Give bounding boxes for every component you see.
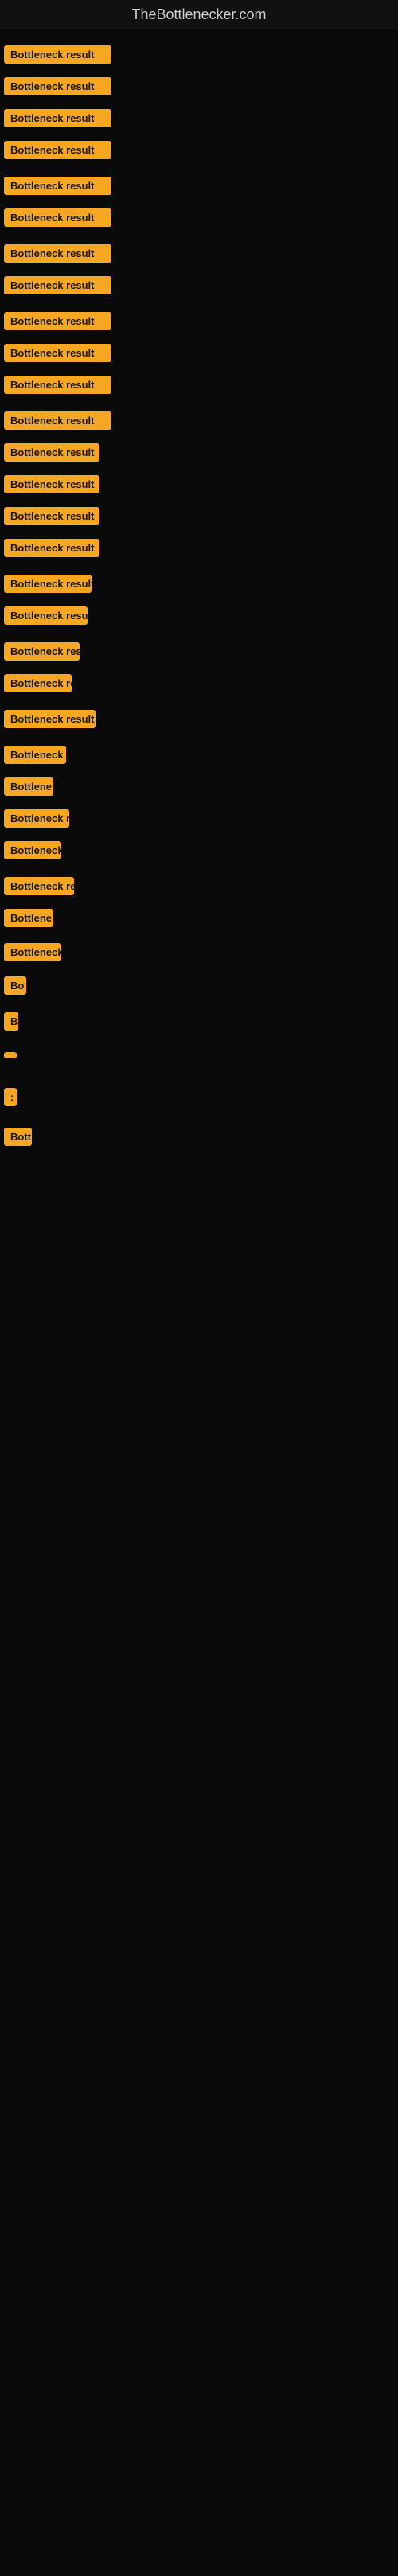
bottleneck-result-label: Bottleneck n: [4, 809, 69, 828]
site-title: TheBottlenecker.com: [0, 0, 398, 29]
bottleneck-result-label: Bottleneck: [4, 841, 61, 859]
bottleneck-result-label: Bottleneck re: [4, 674, 72, 692]
bottleneck-result-label: [4, 1052, 17, 1058]
bottleneck-result-label: Bottleneck result: [4, 411, 111, 430]
bottleneck-result-label: B: [4, 1012, 18, 1031]
bottleneck-result-label: Bottleneck result: [4, 45, 111, 64]
bottleneck-result-label: Bottleneck result: [4, 344, 111, 362]
bottleneck-result-label: Bott: [4, 1128, 32, 1146]
bottleneck-result-label: Bottleneck result: [4, 77, 111, 95]
bottleneck-result-label: Bottleneck result: [4, 539, 100, 557]
bottleneck-result-label: Bottleneck result: [4, 141, 111, 159]
bottleneck-result-label: Bottleneck result: [4, 376, 111, 394]
site-title-bar: TheBottlenecker.com: [0, 0, 398, 29]
bottleneck-result-label: Bo: [4, 976, 26, 995]
bottleneck-result-label: Bottlene: [4, 909, 53, 927]
bottleneck-result-label: Bottleneck result: [4, 276, 111, 294]
bottleneck-result-label: Bottleneck re: [4, 877, 74, 895]
bottleneck-result-label: Bottleneck result: [4, 507, 100, 525]
bottleneck-result-label: Bottleneck result: [4, 710, 96, 728]
bottleneck-result-label: Bottleneck result: [4, 575, 92, 593]
bottleneck-result-label: Bottleneck result: [4, 475, 100, 493]
bottleneck-result-label: Bottleneck result: [4, 443, 100, 462]
bottleneck-result-label: :: [4, 1088, 17, 1106]
main-content: Bottleneck result Bottleneck result Bottle…: [0, 29, 398, 2576]
bottleneck-result-label: Bottleneck result: [4, 208, 111, 227]
bottleneck-result-label: Bottleneck result: [4, 312, 111, 330]
bottleneck-result-label: Bottleneck result: [4, 109, 111, 127]
bottleneck-result-label: Bottleneck result: [4, 642, 80, 661]
bottleneck-result-label: Bottlene: [4, 777, 53, 796]
bottleneck-result-label: Bottleneck r: [4, 746, 66, 764]
bottleneck-result-label: Bottleneck result: [4, 244, 111, 263]
bottleneck-result-label: Bottleneck: [4, 943, 61, 961]
bottleneck-result-label: Bottleneck result: [4, 177, 111, 195]
bottleneck-result-label: Bottleneck result: [4, 606, 88, 625]
